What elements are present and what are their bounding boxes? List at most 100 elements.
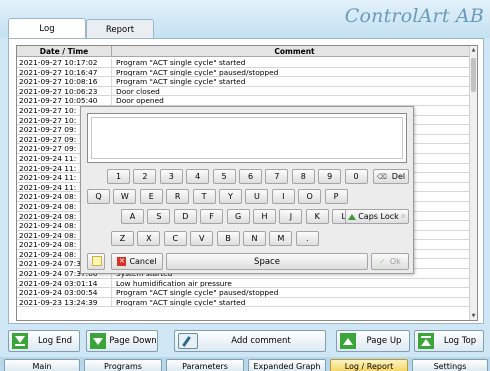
key-d[interactable]: D [173, 209, 197, 224]
key-f[interactable]: F [200, 209, 224, 224]
key-9[interactable]: 9 [318, 169, 342, 184]
scrollbar-thumb[interactable] [471, 58, 476, 92]
key-w[interactable]: W [113, 189, 137, 204]
cancel-button[interactable]: ✕ Cancel [111, 253, 163, 270]
log-top-label: Log Top [443, 336, 477, 346]
key-n[interactable]: N [243, 231, 266, 246]
scroll-down-arrow-icon[interactable]: ▼ [470, 312, 477, 320]
nav-parameters[interactable]: Parameters [166, 359, 244, 371]
key-g[interactable]: G [226, 209, 250, 224]
log-end-label: Log End [37, 336, 73, 346]
keyboard-text-field[interactable] [87, 113, 407, 163]
delete-key[interactable]: ⌫ Del [373, 169, 409, 184]
key-r-label: R [174, 192, 181, 201]
key-6-label: 6 [247, 172, 254, 181]
table-row[interactable]: 2021-09-27 10:17:02 Program "ACT single c… [17, 58, 471, 68]
vertical-scrollbar[interactable]: ▲ ▼ [469, 46, 477, 320]
check-icon: ✓ [379, 257, 386, 266]
key-6[interactable]: 6 [239, 169, 262, 184]
cell-date-time: 2021-09-27 10:05:40 [17, 96, 112, 105]
log-top-button[interactable]: Log Top [414, 330, 484, 352]
key-q[interactable]: Q [87, 189, 110, 204]
key-c-label: C [172, 234, 179, 243]
table-row[interactable]: 2021-09-24 03:00:54 Program "ACT single c… [17, 288, 471, 298]
add-comment-button[interactable]: Add comment [174, 330, 326, 352]
space-key[interactable]: Space [166, 253, 368, 270]
key-h[interactable]: H [253, 209, 276, 224]
key-o[interactable]: O [298, 189, 322, 204]
page-up-button[interactable]: Page Up [336, 330, 410, 352]
key-a[interactable]: A [121, 209, 144, 224]
key-z[interactable]: Z [111, 231, 134, 246]
on-screen-keyboard: 1 2 3 4 5 6 7 8 9 0 ⌫ Del Q W E R T Y U I O P A S D F G H J K L Caps Lo… [80, 106, 414, 274]
nav-expanded-graph[interactable]: Expanded Graph [248, 359, 326, 371]
key-g-label: G [234, 212, 242, 221]
table-row[interactable]: 2021-09-27 10:16:47 Program "ACT single c… [17, 67, 471, 78]
cell-date-time: 2021-09-24 03:01:14 [17, 278, 112, 288]
key-i[interactable]: I [271, 189, 295, 204]
key-period[interactable]: . [295, 231, 319, 246]
key-t-label: T [201, 192, 207, 201]
tab-report[interactable]: Report [86, 19, 154, 39]
table-row[interactable]: 2021-09-24 03:01:14 Low humidification ai… [17, 278, 471, 289]
nav-log-report[interactable]: Log / Report [330, 359, 408, 371]
note-key[interactable] [87, 253, 105, 270]
log-end-button[interactable]: Log End [8, 330, 80, 352]
ok-button[interactable]: ✓ Ok [371, 253, 409, 270]
key-5[interactable]: 5 [212, 169, 236, 184]
key-i-label: I [282, 192, 285, 201]
key-9-label: 9 [327, 172, 333, 181]
nav-settings[interactable]: Settings [412, 359, 488, 371]
key-2[interactable]: 2 [133, 169, 157, 184]
cell-comment: Program "ACT single cycle" started [116, 58, 246, 67]
add-comment-label: Add comment [231, 336, 291, 346]
key-4-label: 4 [195, 172, 201, 181]
nav-main[interactable]: Main [4, 359, 80, 371]
key-t[interactable]: T [192, 189, 216, 204]
key-j[interactable]: J [279, 209, 303, 224]
key-v[interactable]: V [190, 231, 214, 246]
key-4[interactable]: 4 [186, 169, 210, 184]
key-c[interactable]: C [163, 231, 187, 246]
keyboard-text-value [91, 117, 403, 159]
cell-date-time: 2021-09-27 10:08:16 [17, 77, 112, 86]
key-k[interactable]: K [305, 209, 329, 224]
key-n-label: N [251, 234, 258, 243]
key-p[interactable]: P [324, 189, 348, 204]
key-s[interactable]: S [147, 209, 171, 224]
key-7[interactable]: 7 [265, 169, 289, 184]
column-header-comment: Comment [274, 47, 315, 56]
key-w-label: W [120, 192, 129, 201]
table-row[interactable]: 2021-09-27 10:05:40 Door opened [17, 96, 471, 106]
key-2-label: 2 [142, 172, 148, 181]
key-0[interactable]: 0 [344, 169, 368, 184]
page-down-button[interactable]: Page Down [86, 330, 158, 352]
key-y-label: Y [228, 192, 233, 201]
table-row[interactable]: 2021-09-27 10:08:16 Program "ACT single c… [17, 77, 471, 87]
key-1[interactable]: 1 [107, 169, 130, 184]
caps-indicator-icon: ⊗ [400, 213, 406, 220]
key-m[interactable]: M [269, 231, 293, 246]
key-y[interactable]: Y [219, 189, 242, 204]
key-x[interactable]: X [137, 231, 161, 246]
key-d-label: D [182, 212, 189, 221]
key-8[interactable]: 8 [291, 169, 315, 184]
scroll-up-arrow-icon[interactable]: ▲ [470, 46, 477, 54]
key-7-label: 7 [274, 172, 280, 181]
caps-lock-key[interactable]: Caps Lock ⊗ [345, 209, 409, 224]
cell-comment: Low humidification air pressure [116, 278, 232, 288]
key-f-label: F [209, 212, 214, 221]
key-3[interactable]: 3 [159, 169, 183, 184]
key-u[interactable]: U [245, 189, 269, 204]
key-u-label: U [253, 192, 260, 201]
cell-date-time: 2021-09-27 10:17:02 [17, 58, 112, 67]
tab-log[interactable]: Log [8, 18, 86, 39]
table-row[interactable]: 2021-09-23 13:24:39 Program "ACT single c… [17, 297, 471, 308]
cell-comment: Program "ACT single cycle" paused/stoppe… [116, 67, 279, 77]
table-row[interactable]: 2021-09-27 10:06:23 Door closed [17, 86, 471, 97]
key-p-label: P [333, 192, 339, 201]
key-b[interactable]: B [216, 231, 240, 246]
key-e[interactable]: E [139, 189, 163, 204]
key-r[interactable]: R [166, 189, 190, 204]
nav-programs[interactable]: Programs [84, 359, 162, 371]
